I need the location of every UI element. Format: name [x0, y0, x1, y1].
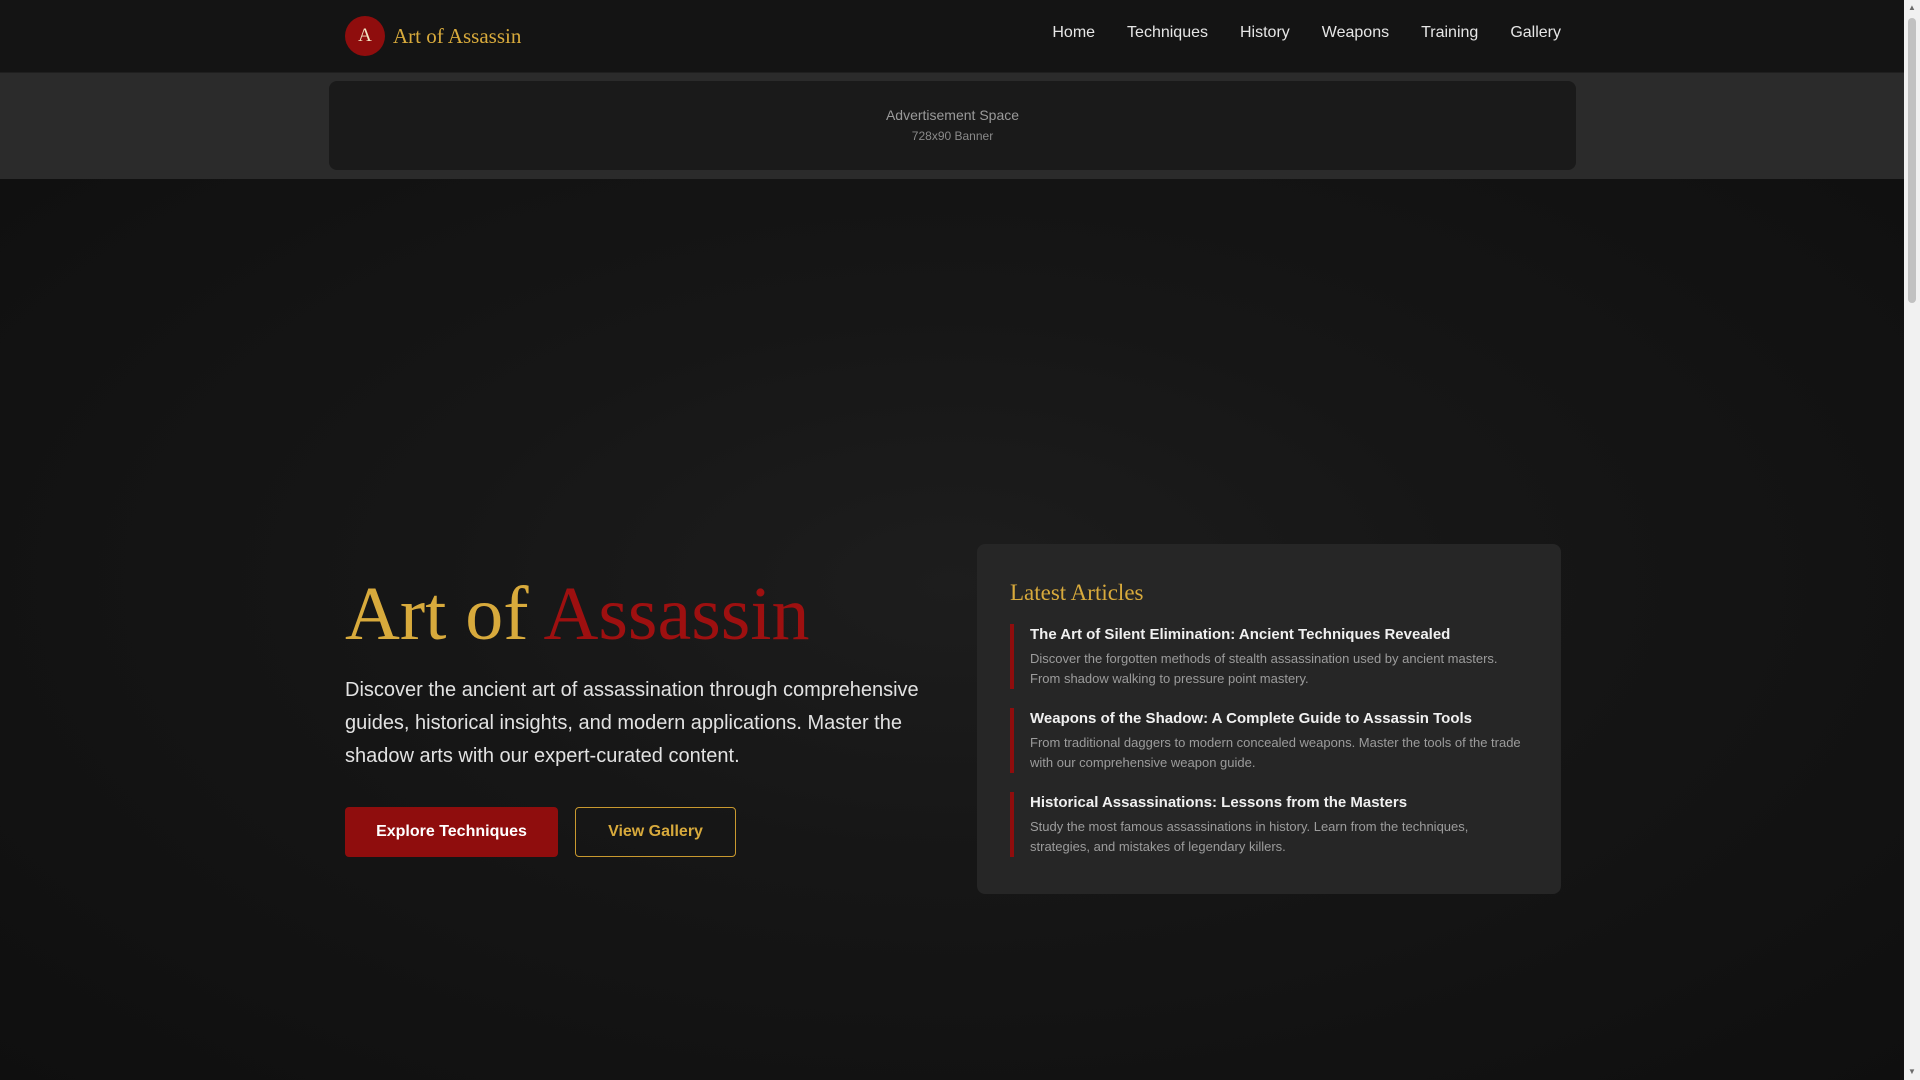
article-title[interactable]: The Art of Silent Elimination: Ancient T…: [1030, 626, 1530, 643]
ad-subtitle: 728x90 Banner: [911, 129, 994, 143]
article-description: Study the most famous assassinations in …: [1030, 819, 1469, 854]
article-item[interactable]: Historical Assassinations: Lessons from …: [1010, 792, 1530, 857]
view-gallery-button[interactable]: View Gallery: [575, 807, 736, 857]
latest-articles-heading: Latest Articles: [1010, 580, 1144, 605]
site-header: A Art of Assassin Home Techniques Histor…: [0, 0, 1904, 73]
ad-band: Advertisement Space 728x90 Banner: [0, 73, 1904, 179]
article-item[interactable]: Weapons of the Shadow: A Complete Guide …: [1010, 708, 1530, 773]
article-description: From traditional daggers to modern conce…: [1030, 735, 1521, 770]
page-scrollbar[interactable]: ▲ ▼: [1904, 0, 1920, 1080]
nav-link-techniques[interactable]: Techniques: [1127, 24, 1208, 42]
article-title[interactable]: Weapons of the Shadow: A Complete Guide …: [1030, 710, 1530, 727]
article-item[interactable]: The Art of Silent Elimination: Ancient T…: [1010, 624, 1530, 689]
nav-link-history[interactable]: History: [1240, 24, 1290, 42]
nav-link-home[interactable]: Home: [1052, 24, 1095, 42]
article-title[interactable]: Historical Assassinations: Lessons from …: [1030, 794, 1530, 811]
scroll-down-arrow-icon[interactable]: ▼: [1904, 1064, 1920, 1080]
hero-title-part1: Art of: [345, 572, 529, 656]
latest-articles-panel: Latest Articles The Art of Silent Elimin…: [977, 544, 1561, 894]
logo-text: Art of Assassin: [393, 23, 522, 48]
scroll-up-arrow-icon[interactable]: ▲: [1904, 0, 1920, 16]
site-logo[interactable]: A Art of Assassin: [345, 16, 521, 56]
page: A Art of Assassin Home Techniques Histor…: [0, 0, 1904, 1080]
hero-description: Discover the ancient art of assassinatio…: [345, 679, 919, 767]
nav-link-gallery[interactable]: Gallery: [1510, 24, 1561, 42]
ad-banner[interactable]: Advertisement Space 728x90 Banner: [329, 81, 1576, 170]
main-nav: Home Techniques History Weapons Training…: [1052, 24, 1561, 42]
article-description: Discover the forgotten methods of stealt…: [1030, 651, 1498, 686]
logo-badge-icon: A: [345, 16, 385, 56]
hero-title-part2: Assassin: [543, 572, 810, 656]
nav-link-training[interactable]: Training: [1421, 24, 1478, 42]
scrollbar-thumb[interactable]: [1908, 18, 1916, 303]
ad-title: Advertisement Space: [885, 107, 1020, 123]
explore-techniques-button[interactable]: Explore Techniques: [345, 807, 558, 857]
hero-title: Art of Assassin: [345, 576, 809, 652]
nav-link-weapons[interactable]: Weapons: [1322, 24, 1389, 42]
hero-section: Art of Assassin Discover the ancient art…: [0, 179, 1904, 1080]
